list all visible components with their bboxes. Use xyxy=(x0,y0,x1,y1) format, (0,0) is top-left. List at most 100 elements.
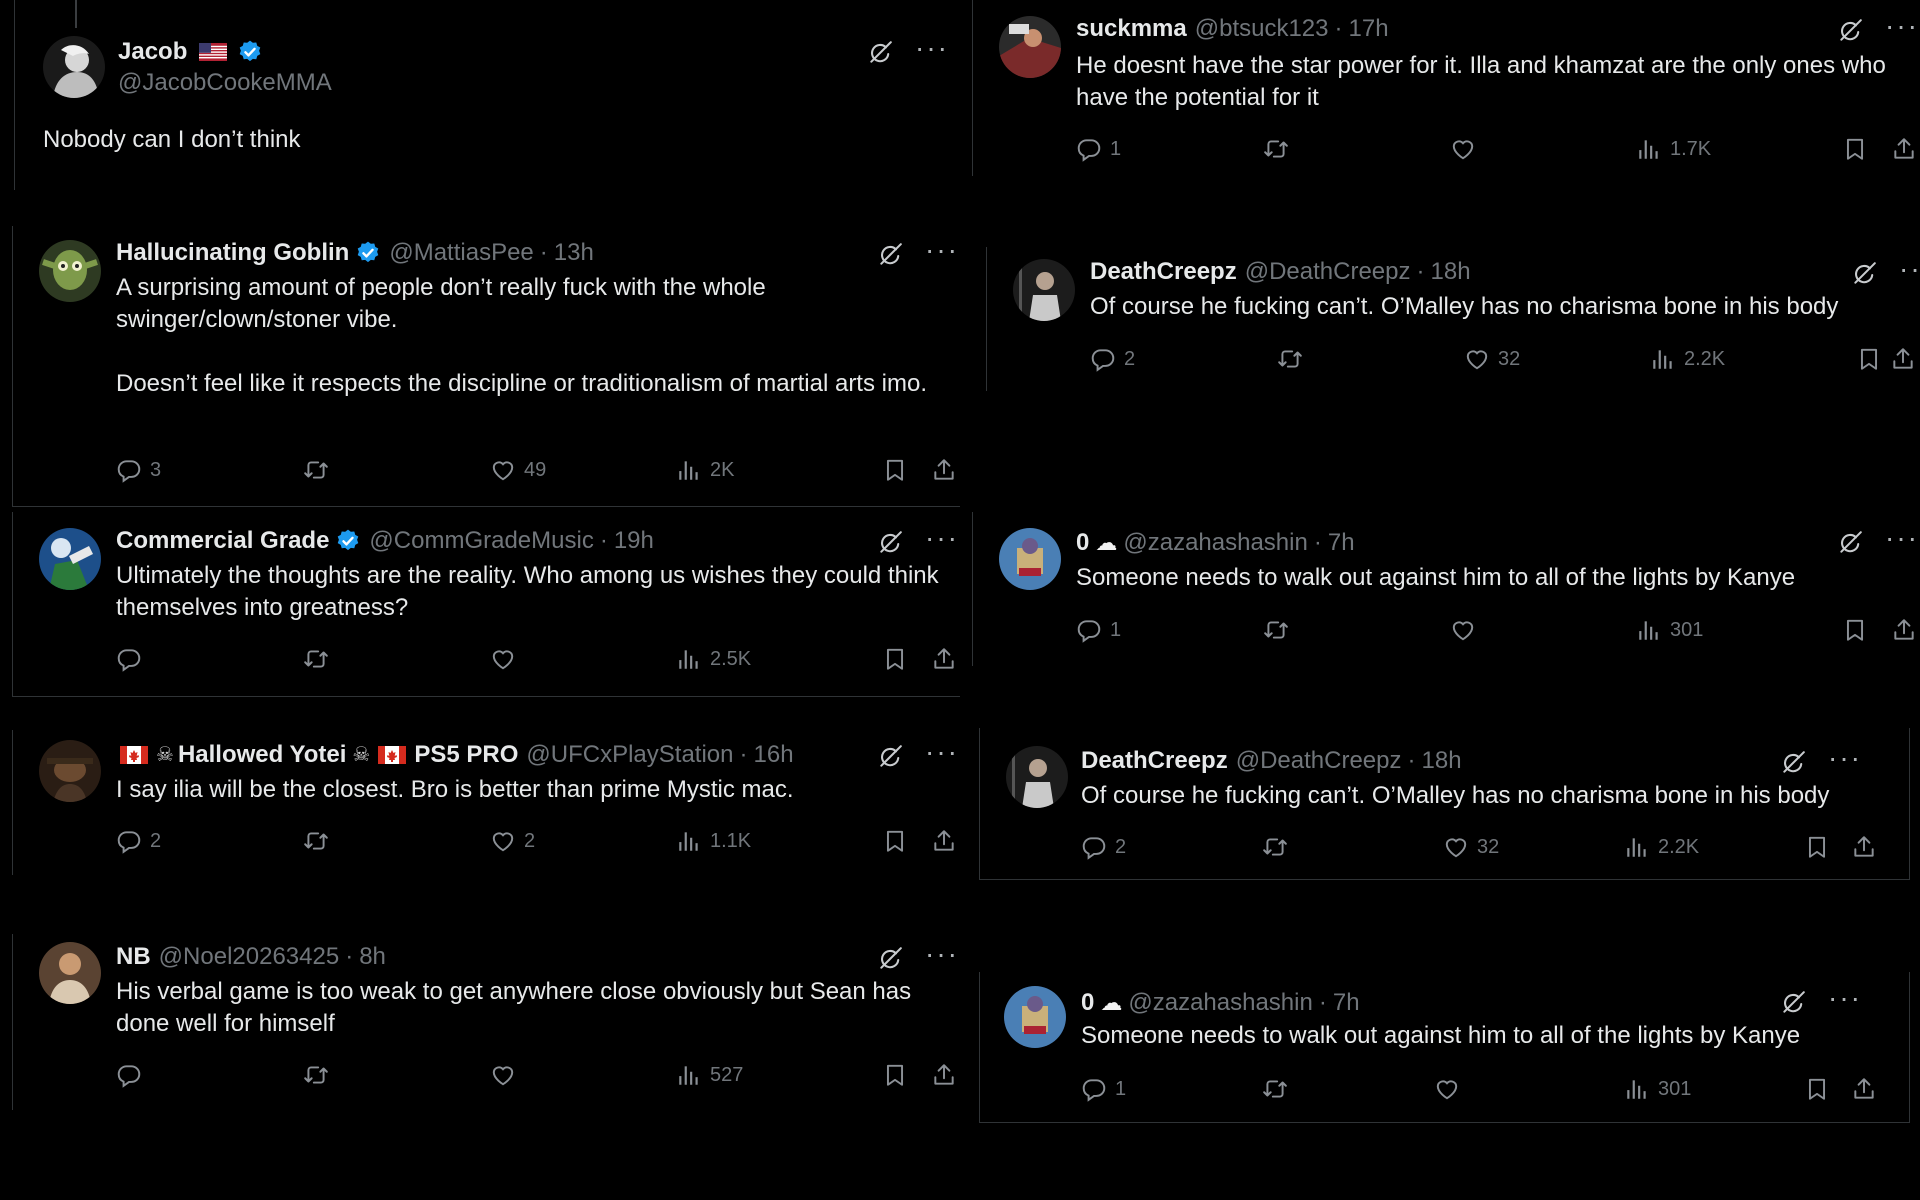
like-button[interactable] xyxy=(1434,1076,1468,1102)
bookmark-button[interactable] xyxy=(882,457,908,483)
like-button[interactable]: 32 xyxy=(1443,834,1499,860)
like-button[interactable] xyxy=(1450,136,1484,162)
views-button[interactable]: 527 xyxy=(676,1062,743,1088)
reply-button[interactable]: 1 xyxy=(1076,136,1121,162)
share-button[interactable] xyxy=(931,646,957,672)
reply-card[interactable]: 0 ☁ @zazahashashin · 7h ··· Someone need… xyxy=(979,972,1910,1123)
more-icon[interactable]: ··· xyxy=(925,738,959,766)
like-button[interactable]: 49 xyxy=(490,457,546,483)
reply-card[interactable]: DeathCreepz @DeathCreepz · 18h ··· Of co… xyxy=(979,728,1910,880)
avatar[interactable] xyxy=(999,528,1061,590)
share-button[interactable] xyxy=(1891,617,1917,643)
reply-card[interactable]: Hallucinating Goblin @MattiasPee · 13h ·… xyxy=(12,226,960,507)
share-button[interactable] xyxy=(931,1062,957,1088)
grok-icon[interactable] xyxy=(877,242,903,268)
more-icon[interactable]: ··· xyxy=(925,524,959,552)
reply-button[interactable]: 2 xyxy=(1081,834,1126,860)
author-handle[interactable]: @DeathCreepz xyxy=(1236,746,1402,776)
bookmark-button[interactable] xyxy=(1804,1076,1830,1102)
retweet-button[interactable] xyxy=(303,646,337,672)
author-name[interactable]: DeathCreepz xyxy=(1090,257,1237,287)
avatar[interactable] xyxy=(39,528,101,590)
reply-card[interactable]: 0 ☁ @zazahashashin · 7h ··· Someone need… xyxy=(972,512,1920,666)
like-button[interactable] xyxy=(1450,617,1484,643)
post-time[interactable]: 18h xyxy=(1422,746,1462,776)
grok-icon[interactable] xyxy=(1780,990,1806,1016)
reply-button[interactable] xyxy=(116,646,150,672)
share-button[interactable] xyxy=(1851,834,1877,860)
post-time[interactable]: 8h xyxy=(359,942,386,972)
author-name[interactable]: 0 xyxy=(1076,528,1089,558)
avatar[interactable] xyxy=(43,36,105,98)
views-button[interactable]: 301 xyxy=(1636,617,1703,643)
author-name[interactable]: suckmma xyxy=(1076,14,1187,44)
post-time[interactable]: 16h xyxy=(754,740,794,770)
author-name[interactable]: 0 xyxy=(1081,988,1094,1018)
post-time[interactable]: 17h xyxy=(1349,14,1389,44)
reply-button[interactable]: 1 xyxy=(1076,617,1121,643)
bookmark-button[interactable] xyxy=(1804,834,1830,860)
views-button[interactable]: 301 xyxy=(1624,1076,1691,1102)
grok-icon[interactable] xyxy=(867,40,893,66)
post-time[interactable]: 13h xyxy=(554,238,594,268)
bookmark-button[interactable] xyxy=(1842,617,1868,643)
post-time[interactable]: 18h xyxy=(1431,257,1471,287)
share-button[interactable] xyxy=(1891,136,1917,162)
avatar[interactable] xyxy=(39,240,101,302)
reply-card[interactable]: NB @Noel20263425 · 8h ··· His verbal gam… xyxy=(12,934,960,1110)
author-name[interactable]: Hallowed Yotei xyxy=(178,740,346,770)
grok-icon[interactable] xyxy=(877,946,903,972)
avatar[interactable] xyxy=(1006,746,1068,808)
author-handle[interactable]: @CommGradeMusic xyxy=(369,526,593,556)
author-name[interactable]: Jacob xyxy=(118,37,187,67)
reply-button[interactable]: 2 xyxy=(1090,346,1135,372)
more-icon[interactable]: ··· xyxy=(1885,12,1919,40)
grok-icon[interactable] xyxy=(877,744,903,770)
retweet-button[interactable] xyxy=(1277,346,1311,372)
share-button[interactable] xyxy=(1851,1076,1877,1102)
reply-button[interactable]: 1 xyxy=(1081,1076,1126,1102)
grok-icon[interactable] xyxy=(1851,261,1877,287)
share-button[interactable] xyxy=(931,457,957,483)
share-button[interactable] xyxy=(931,828,957,854)
post-time[interactable]: 7h xyxy=(1333,988,1360,1018)
bookmark-button[interactable] xyxy=(882,828,908,854)
more-icon[interactable]: ··· xyxy=(1899,255,1920,283)
bookmark-button[interactable] xyxy=(882,646,908,672)
retweet-button[interactable] xyxy=(1262,834,1296,860)
bookmark-button[interactable] xyxy=(882,1062,908,1088)
avatar[interactable] xyxy=(1004,986,1066,1048)
reply-card[interactable]: DeathCreepz @DeathCreepz · 18h ··· Of co… xyxy=(986,247,1920,391)
author-handle[interactable]: @zazahashashin xyxy=(1128,988,1312,1018)
avatar[interactable] xyxy=(1013,259,1075,321)
author-name-suffix[interactable]: PS5 PRO xyxy=(414,740,518,770)
bookmark-button[interactable] xyxy=(1842,136,1868,162)
reply-card[interactable]: Commercial Grade @CommGradeMusic · 19h ·… xyxy=(12,512,960,697)
like-button[interactable] xyxy=(490,1062,524,1088)
like-button[interactable]: 2 xyxy=(490,828,535,854)
author-name[interactable]: DeathCreepz xyxy=(1081,746,1228,776)
share-button[interactable] xyxy=(1890,346,1916,372)
author-handle[interactable]: @JacobCookeMMA xyxy=(118,68,332,98)
author-handle[interactable]: @MattiasPee xyxy=(389,238,533,268)
like-button[interactable] xyxy=(490,646,524,672)
grok-icon[interactable] xyxy=(1837,18,1863,44)
retweet-button[interactable] xyxy=(1263,136,1297,162)
retweet-button[interactable] xyxy=(1262,1076,1296,1102)
author-handle[interactable]: @zazahashashin xyxy=(1123,528,1307,558)
retweet-button[interactable] xyxy=(303,457,337,483)
post-time[interactable]: 19h xyxy=(614,526,654,556)
bookmark-button[interactable] xyxy=(1856,346,1882,372)
views-button[interactable]: 2K xyxy=(676,457,734,483)
author-handle[interactable]: @DeathCreepz xyxy=(1245,257,1411,287)
views-button[interactable]: 2.5K xyxy=(676,646,751,672)
reply-card[interactable]: suckmma @btsuck123 · 17h ··· He doesnt h… xyxy=(972,0,1920,176)
more-icon[interactable]: ··· xyxy=(1828,984,1862,1012)
retweet-button[interactable] xyxy=(303,1062,337,1088)
reply-button[interactable]: 3 xyxy=(116,457,161,483)
avatar[interactable] xyxy=(39,942,101,1004)
grok-icon[interactable] xyxy=(877,530,903,556)
retweet-button[interactable] xyxy=(303,828,337,854)
retweet-button[interactable] xyxy=(1263,617,1297,643)
reply-card[interactable]: ☠ Hallowed Yotei ☠ PS5 PRO @UFCxPlayStat… xyxy=(12,730,960,875)
